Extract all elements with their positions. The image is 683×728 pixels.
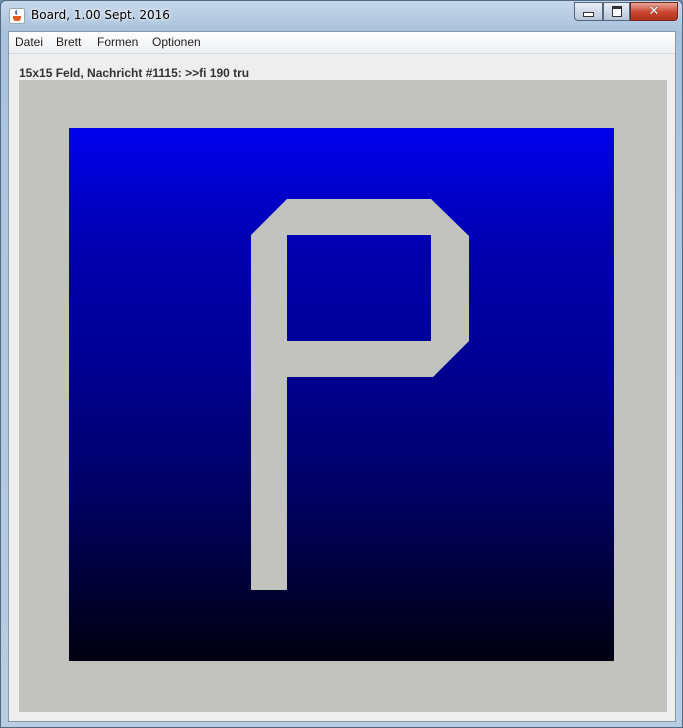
window-content: Datei Brett Formen Optionen 15x15 Feld, …: [8, 31, 676, 722]
menu-datei[interactable]: Datei: [15, 35, 43, 49]
p-letter-shape: [251, 199, 469, 590]
close-icon: ✕: [648, 4, 660, 19]
menu-bar: Datei Brett Formen Optionen: [9, 32, 675, 54]
board-frame[interactable]: [19, 80, 667, 712]
minimize-button[interactable]: [574, 2, 603, 21]
application-window: Board, 1.00 Sept. 2016 ✕ Datei Brett For…: [0, 0, 683, 728]
status-message: 15x15 Feld, Nachricht #1115: >>fi 190 tr…: [19, 66, 250, 80]
minimize-icon: [583, 12, 594, 17]
menu-formen[interactable]: Formen: [97, 35, 138, 49]
window-title: Board, 1.00 Sept. 2016: [31, 8, 170, 22]
menu-optionen[interactable]: Optionen: [152, 35, 201, 49]
menu-brett[interactable]: Brett: [56, 35, 81, 49]
title-bar[interactable]: Board, 1.00 Sept. 2016 ✕: [1, 1, 682, 31]
close-button[interactable]: ✕: [630, 2, 678, 21]
board-field[interactable]: [69, 128, 614, 661]
maximize-button[interactable]: [603, 2, 630, 21]
maximize-icon: [611, 6, 622, 17]
java-cup-icon[interactable]: [9, 8, 25, 24]
